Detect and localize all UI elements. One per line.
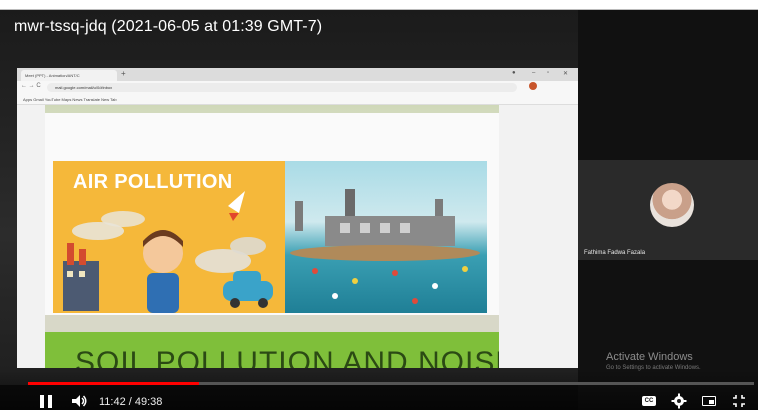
maximize-icon: ▫ xyxy=(547,70,550,76)
shared-screen: mwr-tssq-jdq (2021-06-05 at 01:39 GMT-7)… xyxy=(0,10,578,385)
record-icon: ● xyxy=(512,70,516,76)
participant-avatar xyxy=(650,183,694,227)
watermark-title: Activate Windows xyxy=(606,351,693,363)
minimize-icon: – xyxy=(532,70,536,76)
participant-name: Fathima Fadwa Fazala xyxy=(584,250,646,256)
settings-gear-icon xyxy=(671,393,687,409)
pause-button[interactable] xyxy=(38,394,54,410)
pause-icon xyxy=(40,395,44,408)
air-pollution-illustration: AIR POLLUTION xyxy=(53,161,285,313)
volume-button[interactable] xyxy=(70,393,88,409)
soil-pollution-title: SOIL POLLUTION AND NOISE xyxy=(75,346,499,368)
progress-bar[interactable] xyxy=(28,382,754,385)
miniplayer-icon xyxy=(702,396,716,406)
nav-arrows-icon: ← → C xyxy=(21,83,41,89)
profile-avatar xyxy=(529,82,537,90)
player-controls: 11:42 / 49:38 CC xyxy=(0,370,758,410)
soil-pollution-banner: SOIL POLLUTION AND NOISE xyxy=(45,332,499,368)
presentation-slide: AIR POLLUTION SOIL POLLUTION AND NOISE xyxy=(45,105,499,368)
time-display: 11:42 / 49:38 xyxy=(99,396,163,408)
progress-fill xyxy=(28,382,200,385)
shared-browser-window: Meet (PPT) - Animation/ANT/C + ● – ▫ ✕ ←… xyxy=(17,68,578,368)
captions-icon: CC xyxy=(642,396,656,406)
bookmarks-bar: Apps Gmail YouTube Maps News Translate N… xyxy=(17,94,578,105)
pause-icon xyxy=(48,395,52,408)
volume-icon xyxy=(72,395,87,407)
water-pollution-illustration xyxy=(285,161,487,313)
video-title: mwr-tssq-jdq (2021-06-05 at 01:39 GMT-7) xyxy=(14,18,323,35)
browser-address-bar: ← → C mail.google.com/mail/u/0/#inbox xyxy=(17,81,578,94)
participants-panel: Fathima Fadwa Fazala xyxy=(578,10,758,410)
miniplayer-button[interactable] xyxy=(700,393,718,409)
settings-button[interactable] xyxy=(671,393,687,409)
video-player[interactable]: mwr-tssq-jdq (2021-06-05 at 01:39 GMT-7)… xyxy=(0,10,758,410)
participant-tile: Fathima Fadwa Fazala xyxy=(578,160,758,260)
activate-windows-watermark: Activate Windows Go to Settings to activ… xyxy=(606,351,701,371)
close-icon: ✕ xyxy=(563,71,569,77)
browser-tab: Meet (PPT) - Animation/ANT/C xyxy=(21,70,117,81)
top-border xyxy=(0,0,758,10)
air-pollution-art xyxy=(63,191,273,313)
captions-button[interactable]: CC xyxy=(640,393,658,409)
new-tab-icon: + xyxy=(121,69,126,78)
water-pollution-art xyxy=(290,189,480,304)
browser-tab-bar: Meet (PPT) - Animation/ANT/C + ● – ▫ ✕ xyxy=(17,68,578,81)
exit-fullscreen-button[interactable] xyxy=(732,393,746,409)
url-field: mail.google.com/mail/u/0/#inbox xyxy=(47,83,517,92)
fullscreen-exit-icon xyxy=(733,395,745,407)
